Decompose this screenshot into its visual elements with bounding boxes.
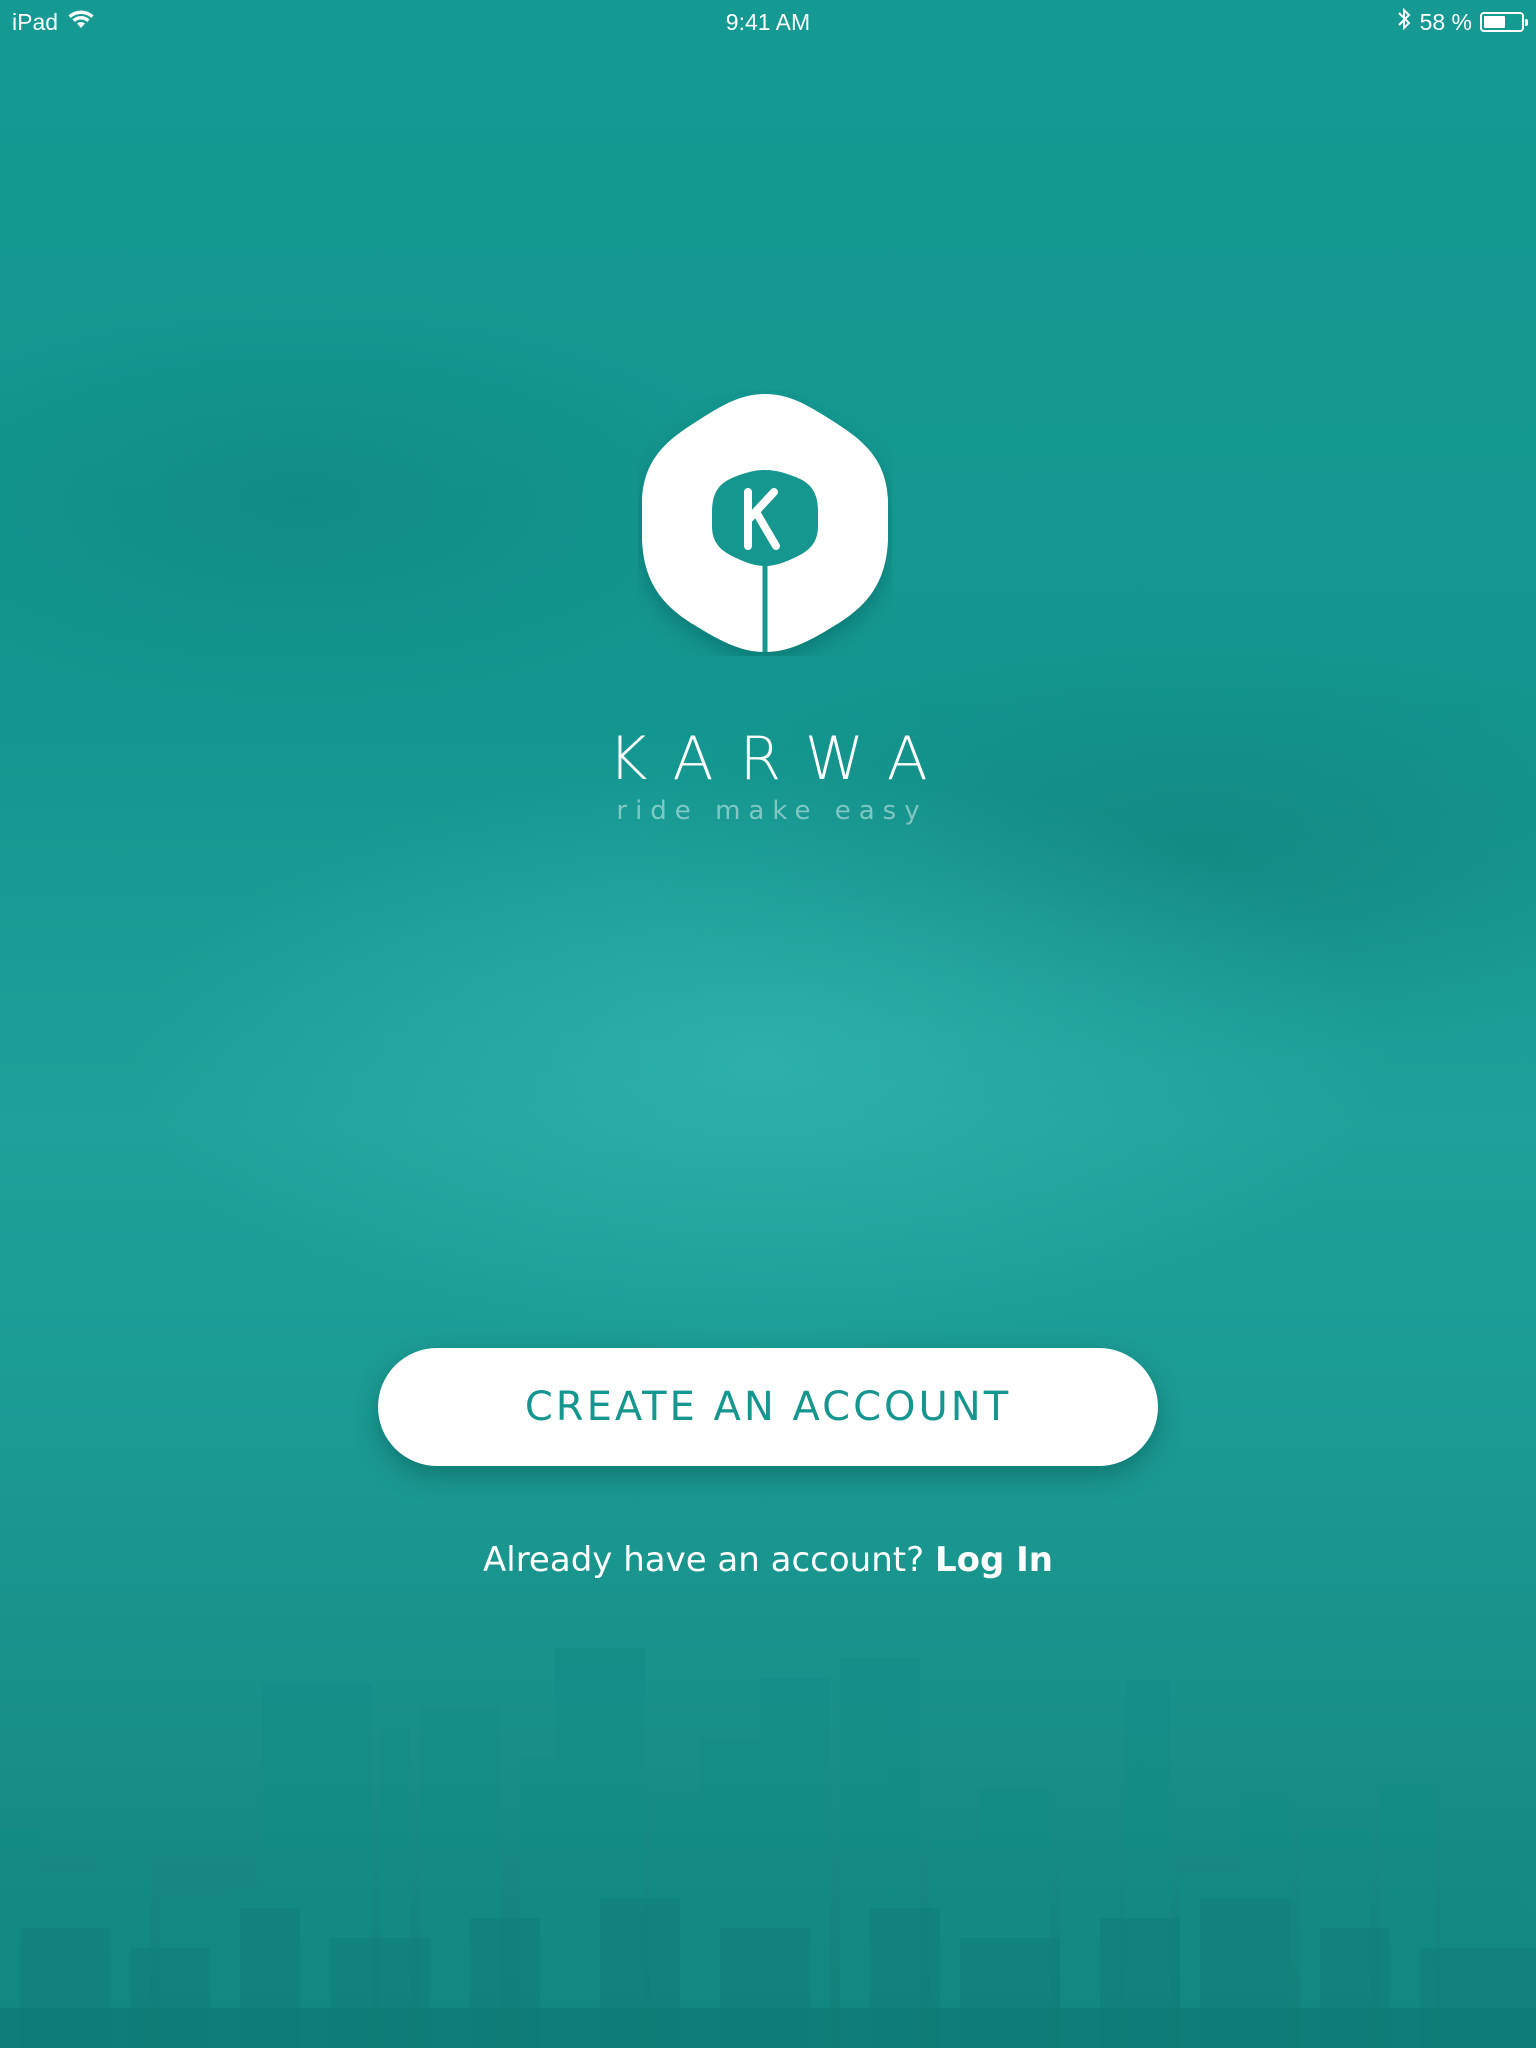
- status-bar: iPad 9:41 AM 58 %: [0, 0, 1536, 44]
- login-link[interactable]: Log In: [935, 1540, 1053, 1580]
- city-skyline-image: [0, 1648, 1536, 2048]
- battery-fill: [1484, 16, 1505, 28]
- bluetooth-icon: [1396, 7, 1412, 37]
- login-prompt: Already have an account?: [483, 1540, 935, 1580]
- brand-tagline: ride make easy: [616, 796, 928, 826]
- battery-icon: [1480, 12, 1528, 32]
- create-account-button[interactable]: CREATE AN ACCOUNT: [378, 1348, 1158, 1466]
- battery-tip: [1525, 19, 1528, 26]
- status-time: 9:41 AM: [725, 9, 811, 35]
- battery-percent: 58 %: [1419, 8, 1472, 35]
- login-row: Already have an account? Log In: [0, 1540, 1536, 1580]
- brand-name: KARWA: [608, 724, 954, 794]
- karwa-logo-icon: [642, 394, 888, 652]
- status-right: 58 %: [1396, 7, 1528, 37]
- welcome-screen: iPad 9:41 AM 58 % KARWA ride make easy C…: [0, 0, 1536, 2048]
